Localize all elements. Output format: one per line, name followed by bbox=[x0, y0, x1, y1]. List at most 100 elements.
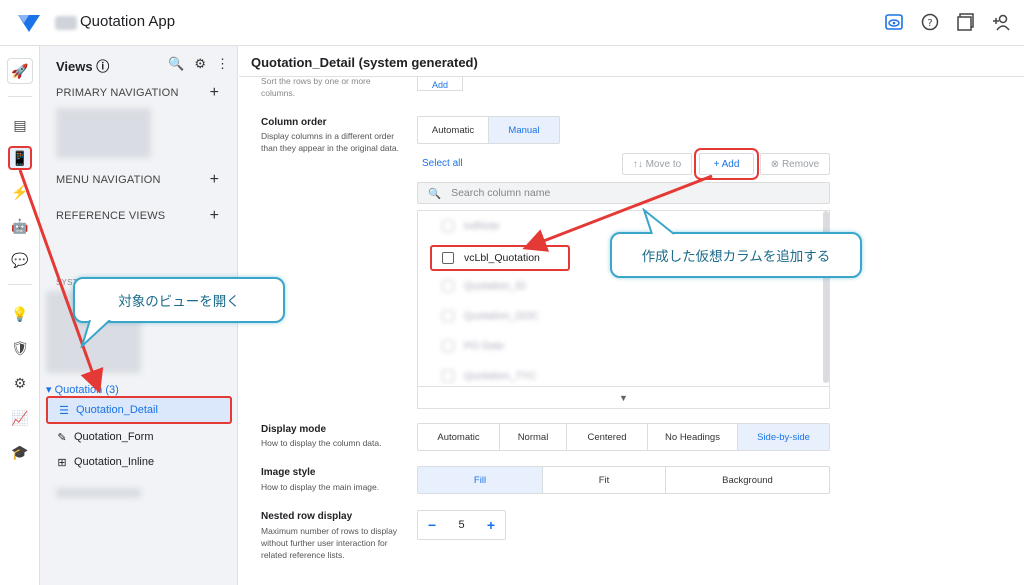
redacted-view-list bbox=[56, 108, 151, 158]
left-rail: 🚀 ▤ 📱 ⚡ 🤖 💬 💡 🛡 ⚙ 📈 🎓 bbox=[0, 46, 40, 585]
automation-bot-icon[interactable]: 🤖 bbox=[8, 214, 32, 238]
image-style-fit[interactable]: Fit bbox=[543, 467, 666, 493]
column-checkbox[interactable] bbox=[442, 310, 454, 322]
column-order-mode: Automatic Manual bbox=[417, 116, 560, 144]
views-phone-icon[interactable]: 📱 bbox=[8, 146, 32, 170]
select-all-link[interactable]: Select all bbox=[422, 158, 463, 169]
callout-tail bbox=[80, 320, 111, 348]
display-mode-normal[interactable]: Normal bbox=[500, 424, 567, 450]
move-to-button[interactable]: ↑↓ Move to bbox=[622, 153, 692, 175]
top-bar: Quotation App ? bbox=[0, 0, 1024, 46]
column-name: PO Date bbox=[464, 340, 505, 352]
form-edit-icon: ✎ bbox=[57, 431, 67, 444]
settings-gear-icon[interactable]: ⚙ bbox=[8, 371, 32, 395]
data-table-icon[interactable]: ▤ bbox=[8, 113, 32, 137]
docs-icon[interactable] bbox=[954, 10, 978, 34]
intelligence-bulb-icon[interactable]: 💡 bbox=[8, 302, 32, 326]
list-item[interactable]: PO Date bbox=[418, 331, 818, 361]
image-style-options: Fill Fit Background bbox=[417, 466, 830, 494]
actions-bolt-icon[interactable]: ⚡ bbox=[8, 180, 32, 204]
callout-tail bbox=[642, 208, 675, 235]
view-editor: Quotation_Detail (system generated) Sort… bbox=[239, 46, 1024, 585]
add-primary-view-button[interactable]: + bbox=[210, 84, 219, 102]
share-user-icon[interactable] bbox=[990, 10, 1014, 34]
more-vert-icon[interactable]: ⋮ bbox=[216, 56, 229, 72]
display-mode-centered[interactable]: Centered bbox=[567, 424, 648, 450]
column-order-description: Display columns in a different order tha… bbox=[261, 131, 399, 153]
inline-table-icon: ⊞ bbox=[57, 456, 67, 469]
nested-row-value[interactable]: 5 bbox=[458, 519, 464, 531]
column-checkbox[interactable] bbox=[442, 252, 454, 264]
view-item-quotation-detail[interactable]: ☰ Quotation_Detail bbox=[46, 396, 232, 424]
column-order-manual[interactable]: Manual bbox=[489, 117, 559, 143]
rail-divider bbox=[8, 284, 32, 285]
redacted-view-item bbox=[56, 488, 141, 498]
callout-add-column: 作成した仮想カラムを追加する bbox=[610, 232, 862, 278]
header-actions: ? bbox=[882, 10, 1014, 34]
column-checkbox[interactable] bbox=[442, 220, 454, 232]
view-item-label: Quotation_Inline bbox=[74, 456, 155, 468]
column-checkbox[interactable] bbox=[442, 370, 454, 382]
column-name: Quotation_DOC bbox=[464, 310, 539, 322]
image-style-fill[interactable]: Fill bbox=[418, 467, 543, 493]
search-icon[interactable]: 🔍 bbox=[168, 56, 184, 72]
column-search[interactable]: 🔍 Search column name bbox=[417, 182, 830, 204]
increment-button[interactable]: + bbox=[487, 517, 495, 533]
detail-list-icon: ☰ bbox=[59, 404, 69, 417]
view-item-label: Quotation_Form bbox=[74, 431, 154, 443]
primary-navigation-label: PRIMARY NAVIGATION bbox=[56, 87, 179, 99]
monitor-icon[interactable]: 📈 bbox=[8, 406, 32, 430]
svg-text:?: ? bbox=[927, 18, 932, 29]
app-owner-redacted bbox=[55, 16, 77, 30]
remove-column-button[interactable]: ⊗ Remove bbox=[760, 153, 830, 175]
column-checkbox[interactable] bbox=[442, 280, 454, 292]
display-mode-label: Display mode bbox=[261, 424, 327, 435]
scroll-down-icon[interactable]: ▼ bbox=[418, 386, 829, 408]
help-icon[interactable]: ? bbox=[918, 10, 942, 34]
security-shield-icon[interactable]: 🛡 bbox=[8, 336, 32, 360]
quotation-group-toggle[interactable]: ▾ Quotation (3) bbox=[46, 383, 119, 396]
add-column-button[interactable]: + Add bbox=[694, 148, 759, 180]
column-name: Quotation_ID bbox=[464, 280, 526, 292]
callout-open-view: 対象のビューを開く bbox=[73, 277, 285, 323]
nested-row-label: Nested row display bbox=[261, 511, 353, 522]
sort-add-button[interactable]: Add bbox=[417, 77, 463, 91]
search-icon: 🔍 bbox=[428, 187, 442, 200]
sort-description: Sort the rows by one or more columns. bbox=[261, 76, 371, 98]
views-title: Views ⓘ bbox=[56, 59, 110, 74]
column-name: ivdNote bbox=[464, 220, 500, 232]
decrement-button[interactable]: − bbox=[428, 517, 436, 533]
nested-row-stepper: − 5 + bbox=[417, 510, 506, 540]
rail-divider bbox=[8, 96, 32, 97]
image-style-background[interactable]: Background bbox=[666, 467, 829, 493]
display-mode-no-headings[interactable]: No Headings bbox=[648, 424, 738, 450]
column-order-automatic[interactable]: Automatic bbox=[418, 117, 489, 143]
chat-icon[interactable]: 💬 bbox=[8, 248, 32, 272]
view-item-quotation-inline[interactable]: ⊞ Quotation_Inline bbox=[46, 448, 232, 476]
display-mode-side-by-side[interactable]: Side-by-side bbox=[738, 424, 829, 450]
views-tools: 🔍 ⚙ ⋮ bbox=[168, 56, 229, 72]
column-order-label: Column order bbox=[261, 117, 327, 128]
column-name: Quotation_TYC bbox=[464, 370, 537, 382]
display-mode-automatic[interactable]: Automatic bbox=[418, 424, 500, 450]
add-menu-view-button[interactable]: + bbox=[210, 171, 219, 189]
image-style-description: How to display the main image. bbox=[261, 482, 380, 492]
reference-views-label: REFERENCE VIEWS bbox=[56, 210, 166, 222]
app-title: Quotation App bbox=[80, 13, 176, 30]
list-item-vclbl-quotation[interactable]: vcLbl_Quotation bbox=[430, 245, 570, 271]
display-mode-description: How to display the column data. bbox=[261, 438, 382, 448]
column-checkbox[interactable] bbox=[442, 340, 454, 352]
appsheet-logo-icon bbox=[18, 15, 40, 32]
view-item-quotation-form[interactable]: ✎ Quotation_Form bbox=[46, 423, 232, 451]
search-placeholder: Search column name bbox=[451, 187, 551, 199]
add-reference-view-button[interactable]: + bbox=[210, 207, 219, 225]
column-name: vcLbl_Quotation bbox=[464, 252, 540, 264]
learn-cap-icon[interactable]: 🎓 bbox=[8, 440, 32, 464]
display-mode-options: Automatic Normal Centered No Headings Si… bbox=[417, 423, 830, 451]
preview-eye-icon[interactable] bbox=[882, 10, 906, 34]
list-item[interactable]: Quotation_DOC bbox=[418, 301, 818, 331]
gear-icon[interactable]: ⚙ bbox=[194, 56, 206, 72]
page-title: Quotation_Detail (system generated) bbox=[251, 55, 478, 70]
rocket-icon[interactable]: 🚀 bbox=[7, 58, 33, 84]
view-item-label: Quotation_Detail bbox=[76, 404, 158, 416]
